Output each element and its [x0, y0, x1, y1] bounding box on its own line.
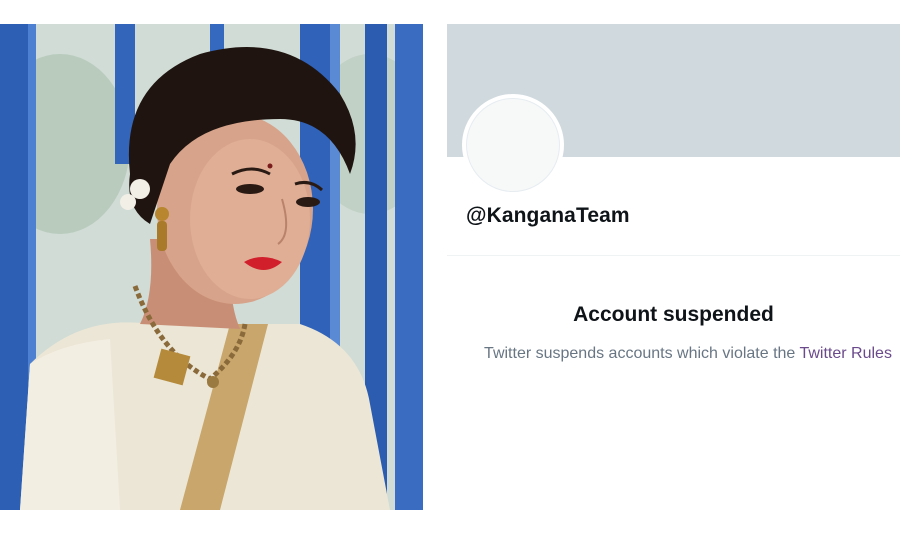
suspension-message-text: Twitter suspends accounts which violate …: [484, 345, 796, 362]
twitter-rules-link[interactable]: Twitter Rules: [799, 345, 891, 362]
divider: [447, 255, 900, 256]
portrait-photo: [0, 24, 423, 510]
twitter-profile-panel: @KanganaTeam Account suspended Twitter s…: [447, 24, 900, 510]
profile-avatar[interactable]: [462, 94, 564, 196]
suspension-message: Twitter suspends accounts which violate …: [473, 342, 900, 365]
profile-handle: @KanganaTeam: [466, 204, 630, 227]
avatar-placeholder: [466, 98, 560, 192]
suspension-title: Account suspended: [573, 303, 774, 326]
